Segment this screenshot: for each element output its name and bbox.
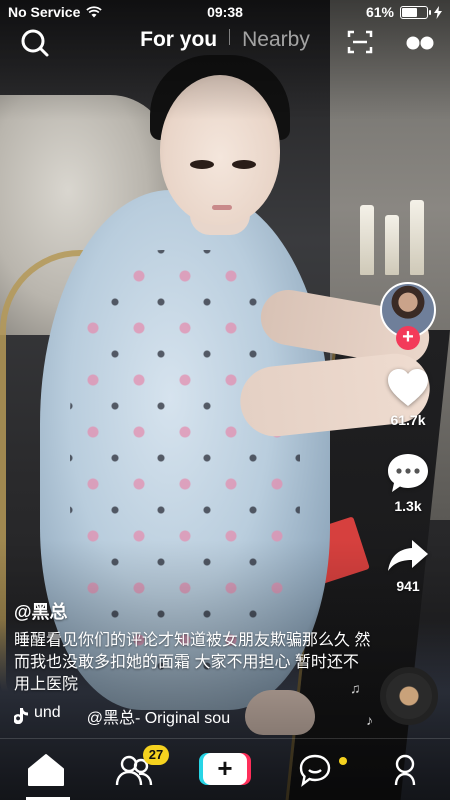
video-background-bottles <box>355 185 435 275</box>
scan-icon <box>347 30 373 54</box>
battery-percentage: 61% <box>365 4 394 20</box>
post-caption: @黑总 睡醒看见你们的评论才知道被女朋友欺骗那么久 然而我也没敢多扣她的面霜 大… <box>14 598 374 696</box>
plus-icon: + <box>203 753 247 785</box>
more-button[interactable] <box>402 28 438 58</box>
nav-profile[interactable] <box>385 753 425 787</box>
home-icon <box>28 754 64 786</box>
comment-action[interactable]: 1.3k <box>378 452 438 514</box>
like-action[interactable]: 61.7k <box>378 368 438 428</box>
video-person-eye <box>190 160 214 169</box>
sound-title: @黑总- Original sou <box>86 710 231 727</box>
video-person-mouth <box>212 205 232 210</box>
feed-tabs: For you Nearby <box>0 28 450 52</box>
battery-icon <box>400 5 431 19</box>
share-arrow-icon <box>388 540 428 571</box>
status-right: 61% <box>366 4 442 20</box>
music-note-icon <box>14 708 28 724</box>
comment-icon <box>388 454 428 492</box>
sound-title-tail: und <box>34 705 61 721</box>
video-person-eye <box>232 160 256 169</box>
scan-button[interactable] <box>346 28 376 58</box>
tab-divider <box>229 29 231 45</box>
action-rail: + 61.7k 1.3k 941 <box>378 282 438 594</box>
like-count: 61.7k <box>390 412 426 428</box>
post-description: 睡醒看见你们的评论才知道被女朋友欺骗那么久 然而我也没敢多扣她的面霜 大家不用担… <box>14 632 371 693</box>
create-button[interactable]: + <box>199 753 251 785</box>
nav-create[interactable]: + <box>199 753 251 787</box>
share-action[interactable]: 941 <box>378 538 438 594</box>
sound-text-wrap: und @黑总- Original sou <box>34 705 230 727</box>
music-disc[interactable] <box>380 667 438 725</box>
inbox-notification-dot <box>339 757 347 765</box>
floating-note-icon: ♫ <box>350 680 361 696</box>
battery-level <box>402 7 417 17</box>
share-count: 941 <box>396 578 420 594</box>
nav-inbox[interactable] <box>297 753 347 787</box>
floating-note-icon: ♪ <box>366 712 373 728</box>
sound-ticker[interactable]: und @黑总- Original sou <box>14 705 344 727</box>
tab-nearby[interactable]: Nearby <box>238 28 314 52</box>
bottom-navigation: 27 + <box>0 738 450 800</box>
comment-count: 1.3k <box>394 498 422 514</box>
nav-home[interactable] <box>26 753 66 787</box>
friends-notification-badge: 27 <box>143 745 169 765</box>
more-icon <box>406 36 434 50</box>
heart-icon <box>388 369 428 406</box>
status-bar: No Service 09:38 61% <box>0 0 450 24</box>
creator-username[interactable]: @黑总 <box>14 598 374 624</box>
top-navigation: For you Nearby <box>0 28 450 58</box>
tab-for-you[interactable]: For you <box>136 28 221 52</box>
nav-friends[interactable]: 27 <box>115 745 169 787</box>
inbox-icon <box>299 754 331 787</box>
profile-icon <box>394 754 416 786</box>
follow-button[interactable]: + <box>396 326 420 350</box>
charging-bolt-icon <box>434 5 442 19</box>
creator-avatar-wrap[interactable]: + <box>378 282 438 350</box>
